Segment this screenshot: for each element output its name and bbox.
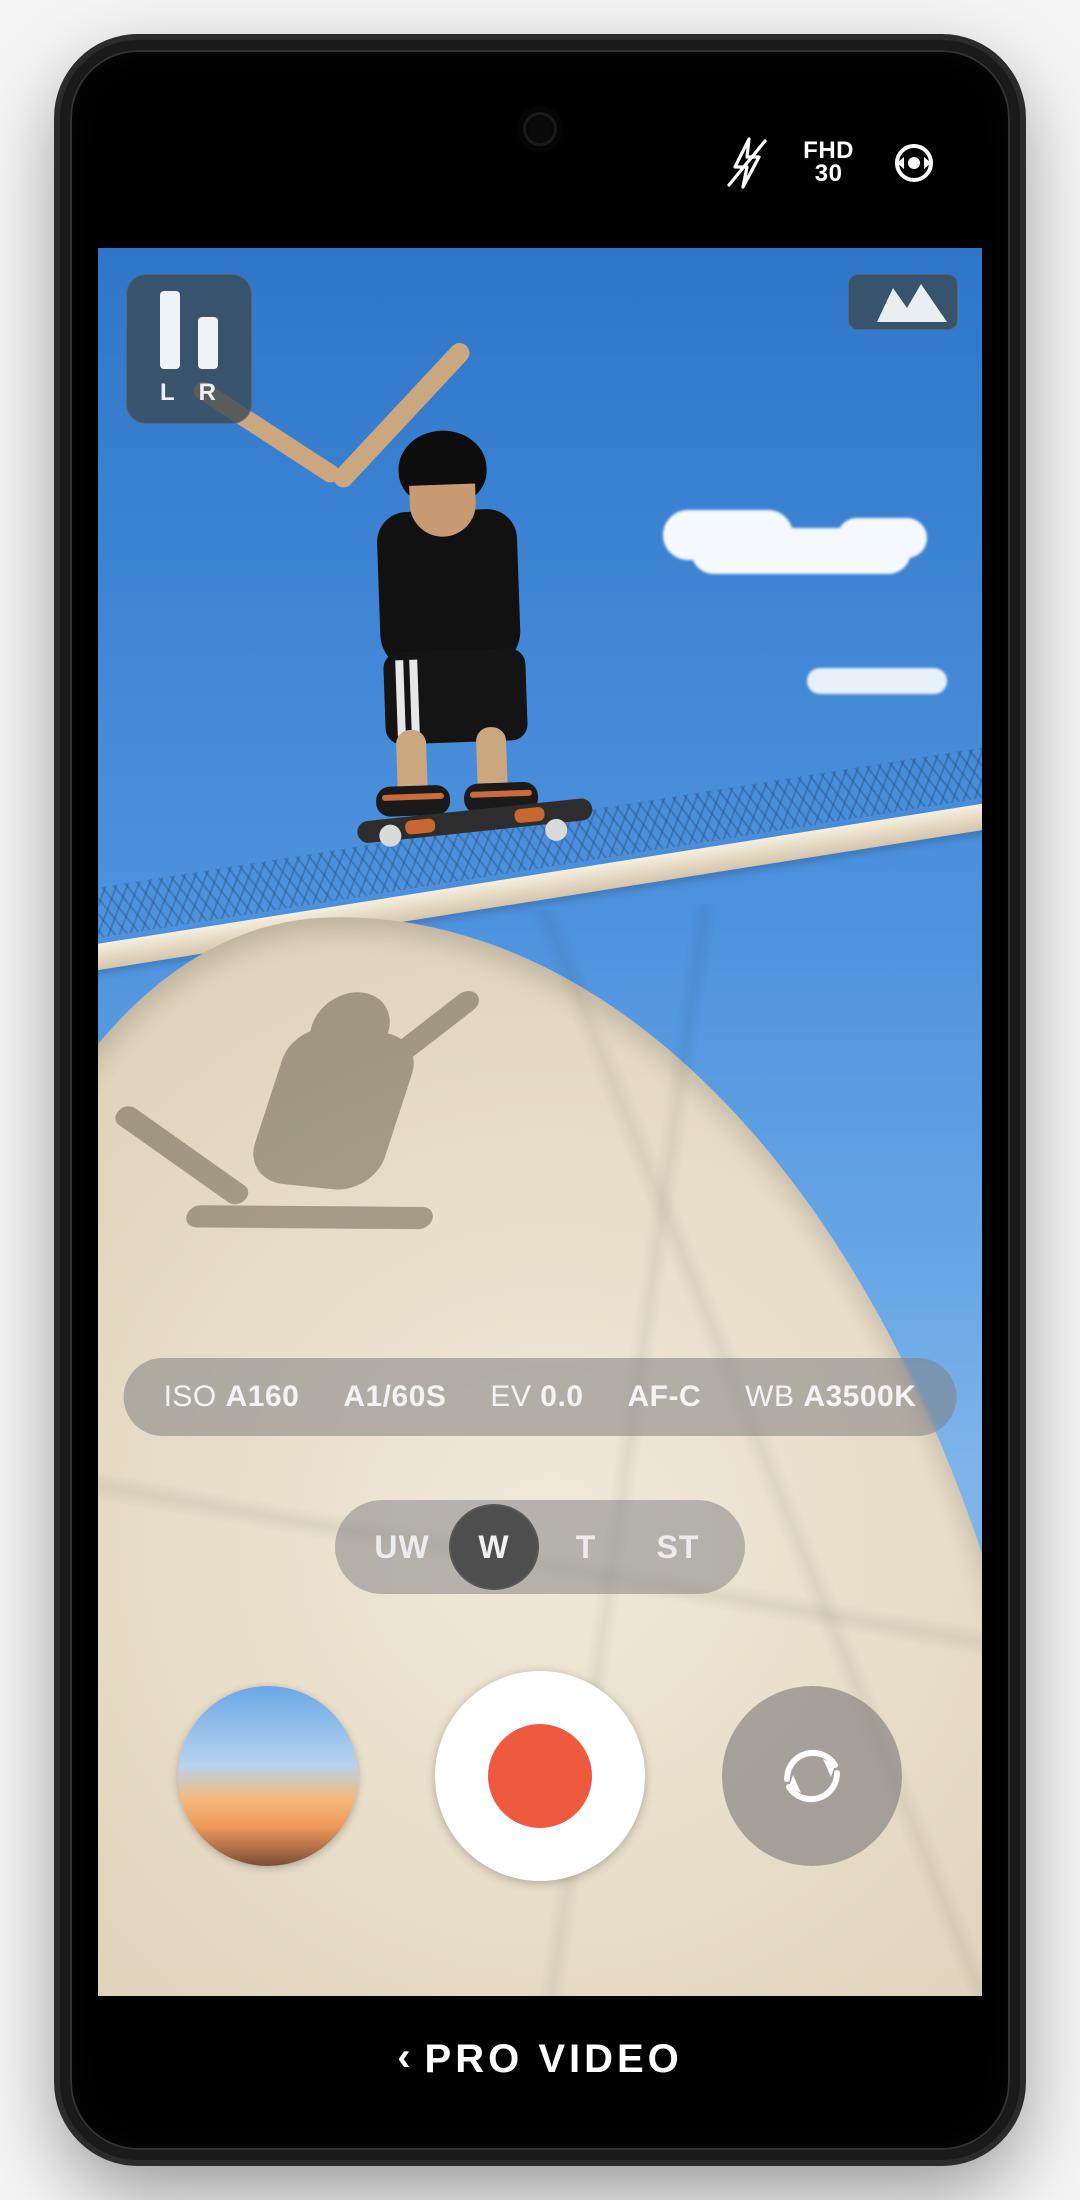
power-button[interactable] [1016,870,1020,1110]
viewfinder[interactable]: L R ISO A160 A1/60S EV [98,248,982,1996]
wb-label: WB [745,1380,794,1413]
volume-up-button[interactable] [60,610,64,760]
ev-value: 0.0 [540,1380,583,1413]
resolution-line2: 30 [803,163,854,186]
iso-value: A160 [226,1380,300,1413]
lens-t[interactable]: T [541,1504,631,1590]
wb-value: A3500K [803,1380,916,1413]
audio-left-label: L [160,379,177,407]
iso-setting[interactable]: ISO A160 [164,1380,300,1414]
ev-label: EV [490,1380,531,1413]
audio-lr-labels: L R [160,379,218,407]
audio-levels-button[interactable]: L R [126,274,252,424]
screen: FHD 30 [98,78,982,2122]
cloud [691,528,911,574]
record-button[interactable] [435,1671,645,1881]
gallery-thumbnail[interactable] [178,1686,358,1866]
lens-w[interactable]: W [449,1504,539,1590]
volume-down-button[interactable] [60,790,64,940]
audio-right-label: R [199,379,218,407]
flash-off-icon[interactable] [725,137,769,189]
histogram-icon [859,282,947,322]
cloud [807,668,947,694]
mode-bar[interactable]: ‹ PRO VIDEO [98,1996,982,2122]
shutter-setting[interactable]: A1/60S [343,1380,446,1414]
front-camera-punchhole [523,112,557,146]
audio-bars-icon [160,291,218,369]
ev-setting[interactable]: EV 0.0 [490,1380,583,1414]
wb-setting[interactable]: WB A3500K [745,1380,916,1414]
subject-skateboarder [276,348,591,788]
resolution-badge[interactable]: FHD 30 [803,140,854,186]
lens-st[interactable]: ST [633,1504,723,1590]
shutter-value: A1/60S [343,1380,446,1413]
iso-label: ISO [164,1380,217,1413]
af-value: AF-C [628,1380,702,1413]
motion-photo-icon[interactable] [888,137,940,189]
top-toolbar: FHD 30 [98,78,982,248]
switch-camera-button[interactable] [722,1686,902,1866]
histogram-button[interactable] [848,274,958,330]
pro-settings-bar: ISO A160 A1/60S EV 0.0 AF-C WB A3500K [124,1358,957,1436]
mode-label: PRO VIDEO [425,2037,683,2082]
chevron-left-icon: ‹ [397,2035,410,2080]
switch-camera-icon [769,1733,855,1819]
af-setting[interactable]: AF-C [628,1380,702,1414]
phone-frame: FHD 30 [60,40,1020,2160]
capture-row [98,1666,982,1886]
lens-uw[interactable]: UW [357,1504,447,1590]
lens-selector: UW W T ST [335,1500,745,1594]
